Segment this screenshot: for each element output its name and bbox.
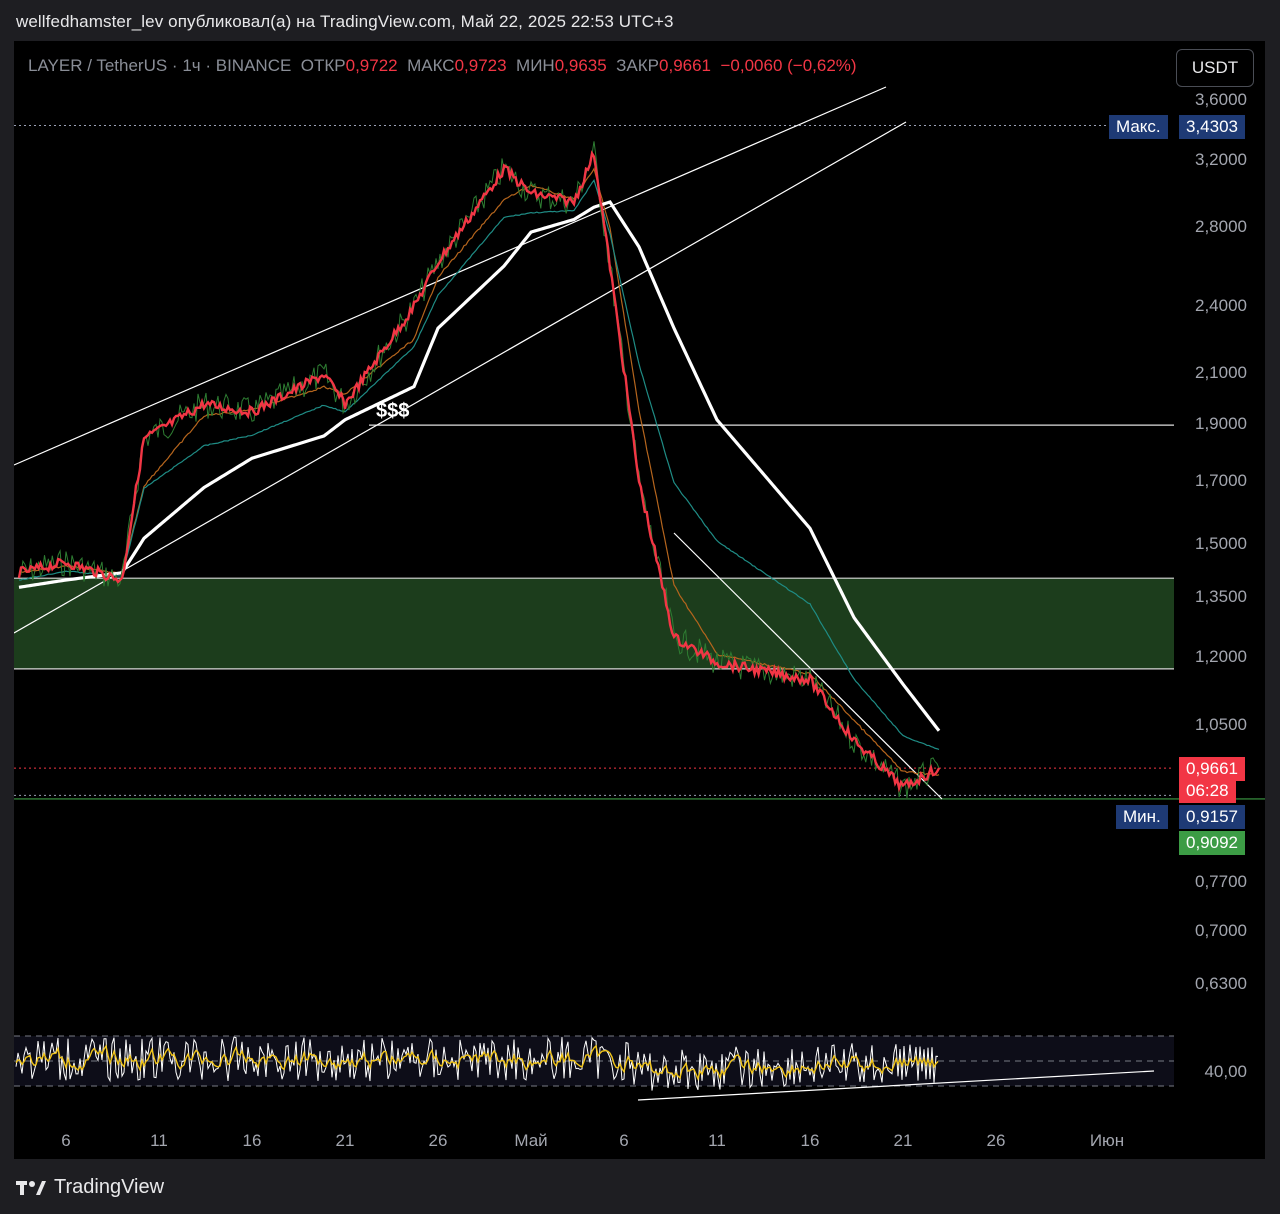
time-tick-label: 11 <box>708 1131 726 1150</box>
high-label: МАКС <box>407 56 455 75</box>
high-value: 0,9723 <box>454 56 507 75</box>
publish-header: wellfedhamster_lev опубликовал(а) на Tra… <box>16 12 674 31</box>
price-tick-label: 1,5000 <box>1195 534 1247 554</box>
max-price-tag: 3,4303 <box>1179 115 1245 139</box>
time-tick-label: 21 <box>335 1131 355 1150</box>
min-price-tag: 0,9157 <box>1179 805 1245 829</box>
chart-canvas[interactable]: $$$ <box>14 41 1265 1159</box>
time-tick-label: Май <box>514 1131 548 1150</box>
low-label: МИН <box>516 56 555 75</box>
footer-brand: TradingView <box>16 1176 164 1199</box>
price-tick-label: 1,2000 <box>1195 647 1247 667</box>
price-tick-label: 2,4000 <box>1195 295 1247 315</box>
price-tick-label: 0,7000 <box>1195 920 1247 940</box>
brand-name: TradingView <box>54 1176 165 1198</box>
tradingview-logo-icon <box>16 1180 46 1195</box>
rsi-band <box>14 1036 1174 1086</box>
time-tick-label: 26 <box>986 1131 1006 1150</box>
price-tick-label: 1,3500 <box>1195 587 1247 607</box>
price-tick-label: 0,7700 <box>1195 872 1247 892</box>
time-tick-label: 16 <box>242 1131 262 1150</box>
close-label: ЗАКР <box>616 56 660 75</box>
ema-orange-line <box>18 167 940 777</box>
chart-area[interactable]: $$$ LAYER / TetherUS · 1ч · BINANCE ОТКР… <box>14 41 1265 1159</box>
time-tick-label: 26 <box>428 1131 448 1150</box>
symbol-label: LAYER / TetherUS · 1ч · BINANCE <box>28 56 292 75</box>
max-label-tag: Макс. <box>1109 115 1168 139</box>
price-tick-label: 2,8000 <box>1195 217 1247 237</box>
countdown-tag: 06:28 <box>1179 779 1236 803</box>
price-tick-label: 0,6300 <box>1195 974 1247 993</box>
price-tick-label: 1,0500 <box>1195 714 1247 734</box>
time-tick-label: 16 <box>800 1131 820 1150</box>
green-level-tag: 0,9092 <box>1179 831 1245 855</box>
last-price-tag: 0,9661 <box>1179 757 1245 781</box>
open-value: 0,9722 <box>345 56 398 75</box>
demand-zone <box>14 578 1174 669</box>
close-value: 0,9661 <box>659 56 712 75</box>
channel-lower-line <box>14 121 907 634</box>
time-tick-label: Июн <box>1089 1131 1125 1150</box>
currency-unit-button[interactable]: USDT <box>1176 49 1254 87</box>
price-tick-label: 1,7000 <box>1195 470 1247 490</box>
open-label: ОТКР <box>300 56 346 75</box>
min-label-tag: Мин. <box>1116 805 1168 829</box>
price-tick-label: 1,9000 <box>1195 414 1247 434</box>
rsi-tick-label: 40,00 <box>1204 1062 1247 1081</box>
time-tick-label: 21 <box>893 1131 913 1150</box>
time-tick-label: 11 <box>150 1131 168 1150</box>
candle-wicks <box>18 141 940 798</box>
time-tick-label: 6 <box>619 1131 629 1150</box>
low-value: 0,9635 <box>554 56 607 75</box>
ohlc-legend: LAYER / TetherUS · 1ч · BINANCE ОТКР0,97… <box>28 56 857 76</box>
time-tick-label: 6 <box>61 1131 71 1150</box>
change-value: −0,0060 (−0,62%) <box>720 56 857 75</box>
price-tick-label: 3,6000 <box>1195 90 1247 109</box>
channel-upper-line <box>14 86 887 466</box>
price-tick-label: 3,2000 <box>1195 149 1247 169</box>
price-tick-label: 2,1000 <box>1195 363 1247 383</box>
liquidity-annotation: $$$ <box>376 400 409 422</box>
